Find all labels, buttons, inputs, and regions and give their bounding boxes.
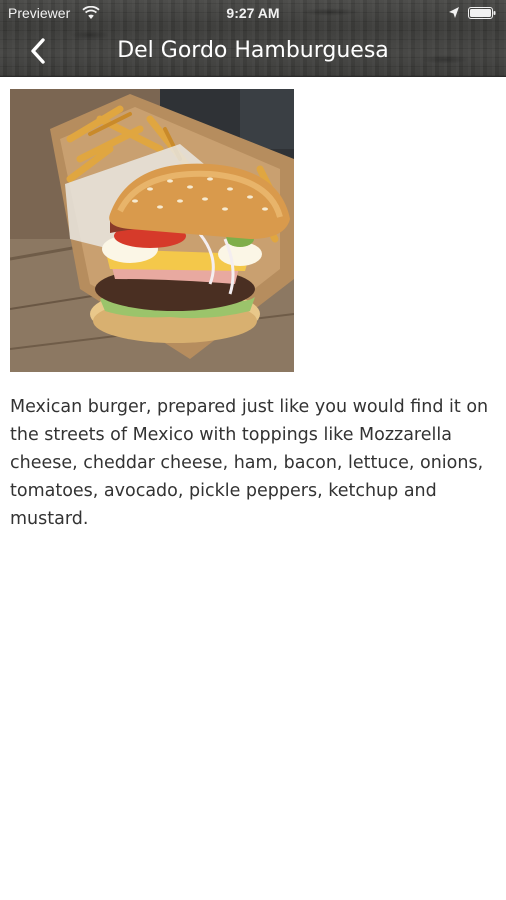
location-arrow-icon [448,6,460,20]
navigation-bar: Previewer 9:27 AM Del Gordo Hamburguesa [0,0,506,77]
item-photo [10,89,294,372]
item-description: Mexican burger, prepared just like you w… [10,397,489,529]
clock: 9:27 AM [226,5,280,21]
burger-image [10,89,294,372]
page-title: Del Gordo Hamburguesa [117,38,389,63]
status-bar: Previewer 9:27 AM [0,0,506,26]
battery-icon [468,7,496,19]
